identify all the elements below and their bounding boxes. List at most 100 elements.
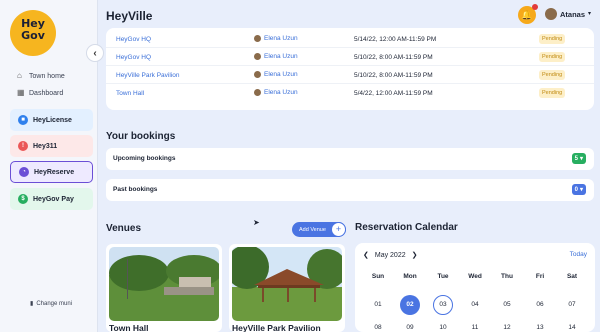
bell-icon: 🔔 (521, 9, 533, 20)
chevron-down-icon: ▾ (579, 187, 583, 193)
user-link[interactable]: Elena Uzun (254, 53, 298, 60)
sidebar-product-label: HeyReserve (34, 168, 75, 176)
chevron-left-icon[interactable]: ❮ (363, 251, 369, 259)
user-link[interactable]: Elena Uzun (254, 35, 298, 42)
calendar-day[interactable]: 13 (530, 318, 550, 332)
chevron-down-icon[interactable]: ▾ (588, 10, 591, 17)
chevron-right-icon[interactable]: ❯ (412, 251, 418, 259)
calendar-day[interactable]: 09 (400, 318, 420, 332)
sidebar-product-heygov-pay[interactable]: $ HeyGov Pay (10, 188, 93, 210)
calendar-day[interactable]: 14 (562, 318, 582, 332)
status-badge: Pending (539, 52, 566, 62)
venues-title: Venues (106, 223, 142, 234)
weekday-label: Wed (468, 273, 482, 280)
heygov-logo[interactable]: Hey Gov (10, 10, 56, 56)
weekday-label: Fri (535, 273, 545, 280)
venue-photo (109, 247, 219, 321)
today-button[interactable]: Today (570, 251, 587, 258)
upcoming-bookings-row[interactable]: Upcoming bookings 5 ▾ (106, 148, 594, 170)
sidebar-product-label: HeyGov Pay (33, 195, 74, 203)
reservation-dates: 5/14/22, 12:00 AM-11:59 PM (354, 36, 437, 43)
add-venue-button[interactable]: Add Venue + (292, 222, 346, 237)
past-bookings-label: Past bookings (113, 186, 158, 193)
sidebar-product-heyreserve[interactable]: ◔ HeyReserve (10, 161, 93, 183)
weekday-label: Sun (371, 273, 385, 280)
collapse-sidebar-button[interactable]: ‹ (86, 44, 104, 62)
table-row[interactable]: Town Hall Elena Uzun 5/4/22, 12:00 AM-11… (106, 84, 594, 102)
calendar-day[interactable]: 06 (530, 295, 550, 315)
sidebar-item-label: Dashboard (29, 89, 64, 97)
pay-icon: $ (18, 194, 28, 204)
user-name[interactable]: Atanas (560, 10, 585, 19)
calendar-day-selected[interactable]: 02 (400, 295, 420, 315)
notifications-button[interactable]: 🔔 (518, 4, 538, 24)
status-badge: Pending (539, 88, 566, 98)
venue-name: HeyVille Park Pavilion (232, 323, 321, 332)
user-link[interactable]: Elena Uzun (254, 89, 298, 96)
reserve-icon: ◔ (19, 167, 29, 177)
logo-line-2: Gov (21, 29, 45, 42)
upcoming-bookings-label: Upcoming bookings (113, 155, 176, 162)
calendar-day[interactable]: 12 (497, 318, 517, 332)
venue-card-town-hall[interactable]: Town Hall (106, 244, 222, 332)
venue-card-heyville-park-pavilion[interactable]: HeyVille Park Pavilion (229, 244, 345, 332)
avatar (254, 71, 261, 78)
weekday-label: Thu (501, 273, 513, 280)
change-muni-button[interactable]: ▮ Change muni (30, 300, 73, 308)
calendar-month: May 2022 (374, 251, 406, 259)
calendar-day[interactable]: 11 (465, 318, 485, 332)
venue-name: Town Hall (109, 323, 149, 332)
calendar-day[interactable]: 10 (433, 318, 453, 332)
sidebar-product-label: Hey311 (33, 142, 58, 150)
table-row[interactable]: HeyGov HQ Elena Uzun 5/14/22, 12:00 AM-1… (106, 30, 594, 48)
reservation-dates: 5/10/22, 8:00 AM-11:59 PM (354, 54, 433, 61)
venue-link[interactable]: HeyVille Park Pavilion (116, 72, 179, 79)
chevron-down-icon: ▾ (579, 156, 583, 162)
past-bookings-row[interactable]: Past bookings 0 ▾ (106, 179, 594, 201)
sidebar-item-town-home[interactable]: ⌂ Town home (17, 72, 65, 80)
license-icon: ■ (18, 115, 28, 125)
mouse-cursor-icon: ➤ (253, 218, 260, 227)
calendar-day[interactable]: 07 (562, 295, 582, 315)
table-row[interactable]: HeyVille Park Pavilion Elena Uzun 5/10/2… (106, 66, 594, 84)
sidebar-item-label: Town home (29, 72, 65, 80)
status-badge: Pending (539, 70, 566, 80)
user-link[interactable]: Elena Uzun (254, 71, 298, 78)
calendar-day[interactable]: 01 (368, 295, 388, 315)
user-name: Elena Uzun (264, 89, 298, 96)
count-value: 0 (574, 186, 578, 193)
sidebar-product-hey311[interactable]: ! Hey311 (10, 135, 93, 157)
reservation-dates: 5/10/22, 8:00 AM-11:59 PM (354, 72, 433, 79)
page-title: HeyVille (106, 9, 153, 23)
home-icon: ⌂ (17, 71, 22, 80)
user-name: Elena Uzun (264, 53, 298, 60)
reservations-table: HeyGov HQ Elena Uzun 5/14/22, 12:00 AM-1… (106, 28, 594, 110)
venue-link[interactable]: Town Hall (116, 90, 144, 97)
calendar-day-today[interactable]: 03 (433, 295, 453, 315)
311-icon: ! (18, 141, 28, 151)
avatar (254, 89, 261, 96)
notification-badge (532, 4, 538, 10)
add-venue-label: Add Venue (299, 226, 326, 233)
avatar (254, 53, 261, 60)
change-muni-label: Change muni (36, 300, 73, 307)
venue-link[interactable]: HeyGov HQ (116, 36, 151, 43)
chevron-left-icon: ‹ (93, 47, 97, 59)
avatar[interactable] (545, 8, 557, 20)
sidebar-item-dashboard[interactable]: ▦ Dashboard (17, 89, 63, 97)
calendar-day[interactable]: 05 (497, 295, 517, 315)
past-count-badge: 0 ▾ (571, 184, 586, 195)
plus-icon: + (331, 222, 346, 237)
calendar-title: Reservation Calendar (355, 222, 458, 233)
venue-link[interactable]: HeyGov HQ (116, 54, 151, 61)
grid-icon: ▦ (17, 88, 25, 97)
status-badge: Pending (539, 34, 566, 44)
calendar-day[interactable]: 04 (465, 295, 485, 315)
count-value: 5 (574, 155, 578, 162)
avatar (254, 35, 261, 42)
table-row[interactable]: HeyGov HQ Elena Uzun 5/10/22, 8:00 AM-11… (106, 48, 594, 66)
sidebar-product-heylicense[interactable]: ■ HeyLicense (10, 109, 93, 131)
calendar-day[interactable]: 08 (368, 318, 388, 332)
bookings-title: Your bookings (106, 131, 176, 142)
weekday-label: Mon (403, 273, 417, 280)
